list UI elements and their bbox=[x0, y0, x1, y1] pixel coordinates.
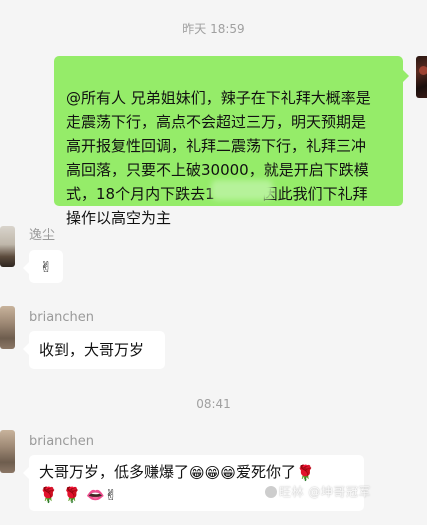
avatar-brianchen-icon[interactable] bbox=[0, 306, 15, 349]
rose-icon: 🌹 bbox=[39, 486, 58, 504]
timestamp: 08:41 bbox=[196, 397, 231, 411]
rose-icon: 🌹 bbox=[62, 486, 82, 504]
rose-icon: 🌹 bbox=[295, 464, 315, 482]
victory-hand-icon: ✌ bbox=[104, 486, 118, 504]
watermark-text: 旺林 @坤哥冠军 bbox=[279, 485, 371, 499]
blurred-redaction bbox=[211, 180, 273, 200]
grinning-face-icon: 😁 bbox=[204, 464, 221, 482]
message-text-tail: 因此我们下礼拜 bbox=[262, 185, 368, 203]
message-text-end: 操作以高空为主 bbox=[66, 209, 172, 227]
chat-window: 昨天 18:59 @所有人 兄弟姐妹们，辣子在下礼拜大概率是 走震荡下行，高点不… bbox=[0, 0, 427, 525]
sender-name: 逸尘 bbox=[29, 228, 56, 243]
grinning-face-icon: 😁 bbox=[220, 464, 236, 482]
grinning-face-icon: 😁 bbox=[189, 464, 205, 482]
timestamp: 昨天 18:59 bbox=[182, 22, 245, 36]
victory-hand-icon: ✌ bbox=[39, 258, 53, 276]
watermark-logo-icon bbox=[265, 486, 277, 498]
watermark: 旺林 @坤哥冠军 bbox=[265, 483, 371, 500]
sender-name: brianchen bbox=[29, 310, 95, 325]
message-text-after: 爱死你了 bbox=[235, 463, 296, 481]
avatar-brianchen-icon[interactable] bbox=[0, 430, 15, 473]
message-text: 收到，大哥万岁 bbox=[39, 341, 145, 359]
sender-name: brianchen bbox=[29, 434, 95, 449]
avatar-self-icon[interactable] bbox=[416, 56, 427, 98]
avatar-yichen-icon[interactable] bbox=[0, 226, 15, 267]
message-bubble[interactable]: 收到，大哥万岁 bbox=[23, 331, 165, 369]
lips-icon: 👄 bbox=[85, 486, 105, 504]
message-text: 大哥万岁，低多赚爆了 bbox=[39, 463, 190, 481]
message-bubble[interactable]: ✌ bbox=[23, 250, 63, 283]
